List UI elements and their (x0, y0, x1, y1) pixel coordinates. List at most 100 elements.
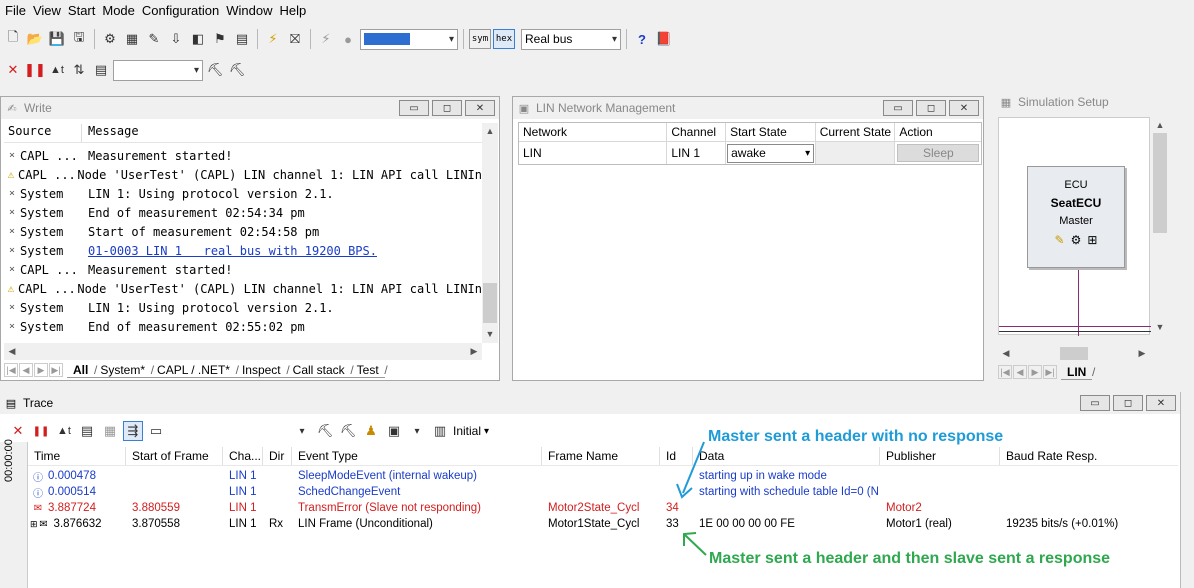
start-state-select[interactable]: awake ▾ (727, 143, 815, 163)
help-icon[interactable]: ? (632, 29, 652, 49)
statistics-icon[interactable]: ▦ (100, 421, 120, 441)
find-next-icon[interactable]: ⛏ (205, 60, 225, 80)
filter-initial-select[interactable]: Initial ▾ (453, 424, 489, 438)
find-prev-icon[interactable]: ⛏ (227, 60, 247, 80)
sleep-button[interactable]: Sleep (897, 144, 980, 162)
dropdown-arrow-icon[interactable]: ▾ (292, 421, 312, 441)
col-dir[interactable]: Dir (263, 447, 292, 465)
col-frame-name[interactable]: Frame Name (542, 447, 660, 465)
save-icon[interactable]: 💾 (47, 29, 67, 49)
pencil-icon[interactable]: ✎ (1055, 233, 1065, 247)
close-button[interactable]: ✕ (949, 100, 979, 116)
trace-row[interactable]: ✉ 3.887724 3.880559 LIN 1 TransmError (Slave… (28, 500, 1178, 516)
pause-icon[interactable]: ❚❚ (24, 60, 46, 80)
time-mode-icon[interactable]: ▲t (54, 421, 74, 441)
open-folder-icon[interactable]: 📂 (25, 29, 45, 49)
bell-icon[interactable]: ♟ (361, 421, 381, 441)
find-icon[interactable]: ⛏ (315, 421, 335, 441)
write-vscrollbar[interactable]: ▲ ▼ (482, 123, 498, 343)
scroll-thumb[interactable] (483, 283, 497, 323)
tab-inspect[interactable]: Inspect (235, 363, 289, 378)
col-source[interactable]: Source (4, 124, 82, 142)
scroll-down-icon[interactable]: ▼ (1152, 319, 1168, 335)
col-message[interactable]: Message (82, 124, 139, 142)
signal-icon[interactable]: ⚑ (210, 29, 230, 49)
tab-system[interactable]: System* (94, 363, 154, 378)
col-data[interactable]: Data (693, 447, 880, 465)
ecu-node[interactable]: ECU SeatECU Master ✎ ⚙ ⊞ (1027, 166, 1125, 268)
hex-toggle[interactable]: hex (493, 29, 515, 49)
sim-vscrollbar[interactable]: ▲ ▼ (1152, 117, 1168, 335)
maximize-button[interactable]: ◻ (432, 100, 462, 116)
detail-view-icon[interactable]: ▤ (77, 421, 97, 441)
save-as-icon[interactable]: 🖫 (69, 29, 89, 49)
col-publisher[interactable]: Publisher (880, 447, 1000, 465)
stop-icon[interactable]: ⛝ (285, 29, 305, 49)
clear-icon[interactable]: ✕ (3, 60, 23, 80)
scroll-right-icon[interactable]: ▶ (466, 343, 482, 359)
network-node-icon[interactable]: ⊞ (1087, 233, 1097, 247)
tab-lin[interactable]: LIN (1061, 365, 1096, 380)
scroll-down-icon[interactable]: ▼ (482, 326, 498, 342)
panel-icon[interactable]: ▦ (122, 29, 142, 49)
search-combo[interactable]: ▾ (113, 59, 203, 81)
scroll-left-icon[interactable]: ◀ (998, 345, 1014, 361)
animate-icon[interactable]: ● (338, 29, 358, 49)
diagram-icon[interactable]: ▤ (232, 29, 252, 49)
export-icon[interactable]: ⇩ (166, 29, 186, 49)
col-channel[interactable]: Cha... (223, 447, 263, 465)
minimize-button[interactable]: ▭ (1080, 395, 1110, 411)
time-mode-icon[interactable]: ▲t (47, 60, 67, 80)
col-id[interactable]: Id (660, 447, 693, 465)
new-icon[interactable]: 🗋 (3, 29, 23, 49)
scroll-up-icon[interactable]: ▲ (1152, 117, 1168, 133)
tab-last-icon[interactable]: ▶| (49, 363, 63, 377)
menu-start[interactable]: Start (65, 3, 99, 18)
trace-row[interactable]: ⓘ 0.000514 LIN 1 SchedChangeEvent starting w… (28, 484, 1178, 500)
scroll-thumb[interactable] (1060, 347, 1088, 360)
col-event-type[interactable]: Event Type (292, 447, 542, 465)
sort-icon[interactable]: ⇅ (69, 60, 89, 80)
maximize-button[interactable]: ◻ (1113, 395, 1143, 411)
filter-list-icon[interactable]: ▤ (91, 60, 111, 80)
bus-mode-select[interactable]: Real bus ▾ (521, 28, 621, 50)
dropdown-arrow-icon[interactable]: ▾ (407, 421, 427, 441)
start-lightning-icon[interactable]: ⚡ (263, 29, 283, 49)
menu-mode[interactable]: Mode (99, 3, 139, 18)
tab-all[interactable]: All (67, 363, 98, 378)
book-icon[interactable]: 📕 (654, 29, 674, 49)
database-icon[interactable]: ⚙ (100, 29, 120, 49)
scroll-up-icon[interactable]: ▲ (482, 123, 498, 139)
tab-next-icon[interactable]: ▶ (1028, 365, 1042, 379)
tab-first-icon[interactable]: |◀ (4, 363, 18, 377)
menu-configuration[interactable]: Configuration (139, 3, 223, 18)
tab-first-icon[interactable]: |◀ (998, 365, 1012, 379)
pause-icon[interactable]: ❚❚ (31, 421, 51, 441)
step-icon[interactable]: ⚡ (316, 29, 336, 49)
tab-next-icon[interactable]: ▶ (34, 363, 48, 377)
tab-capl-net[interactable]: CAPL / .NET* (151, 363, 239, 378)
edit-icon[interactable]: ✎ (144, 29, 164, 49)
trace-row[interactable]: ⊞ ✉ 3.876632 3.870558 LIN 1 Rx LIN Frame (Unco… (28, 516, 1178, 532)
window-list-icon[interactable]: ▭ (146, 421, 166, 441)
sim-hscrollbar[interactable]: ◀ ▶ (998, 345, 1150, 362)
minimize-button[interactable]: ▭ (399, 100, 429, 116)
find-next-icon[interactable]: ⛏ (338, 421, 358, 441)
close-button[interactable]: ✕ (465, 100, 495, 116)
speed-slider-combo[interactable]: ▾ (360, 28, 458, 50)
node-icon[interactable]: ◧ (188, 29, 208, 49)
tab-prev-icon[interactable]: ◀ (19, 363, 33, 377)
menu-file[interactable]: File (2, 3, 30, 18)
menu-help[interactable]: Help (276, 3, 310, 18)
col-start-of-frame[interactable]: Start of Frame (126, 447, 223, 465)
tab-last-icon[interactable]: ▶| (1043, 365, 1057, 379)
config-icon[interactable]: ⚙ (1071, 233, 1082, 247)
menu-view[interactable]: View (30, 3, 65, 18)
scroll-right-icon[interactable]: ▶ (1134, 345, 1150, 361)
tab-test[interactable]: Test (350, 363, 388, 378)
menu-window[interactable]: Window (223, 3, 276, 18)
sym-toggle[interactable]: sym (469, 29, 491, 49)
tab-call-stack[interactable]: Call stack (286, 363, 354, 378)
write-message-link[interactable]: 01-0003 LIN 1 real bus with 19200 BPS. (88, 244, 377, 258)
layout-icon[interactable]: ▣ (384, 421, 404, 441)
